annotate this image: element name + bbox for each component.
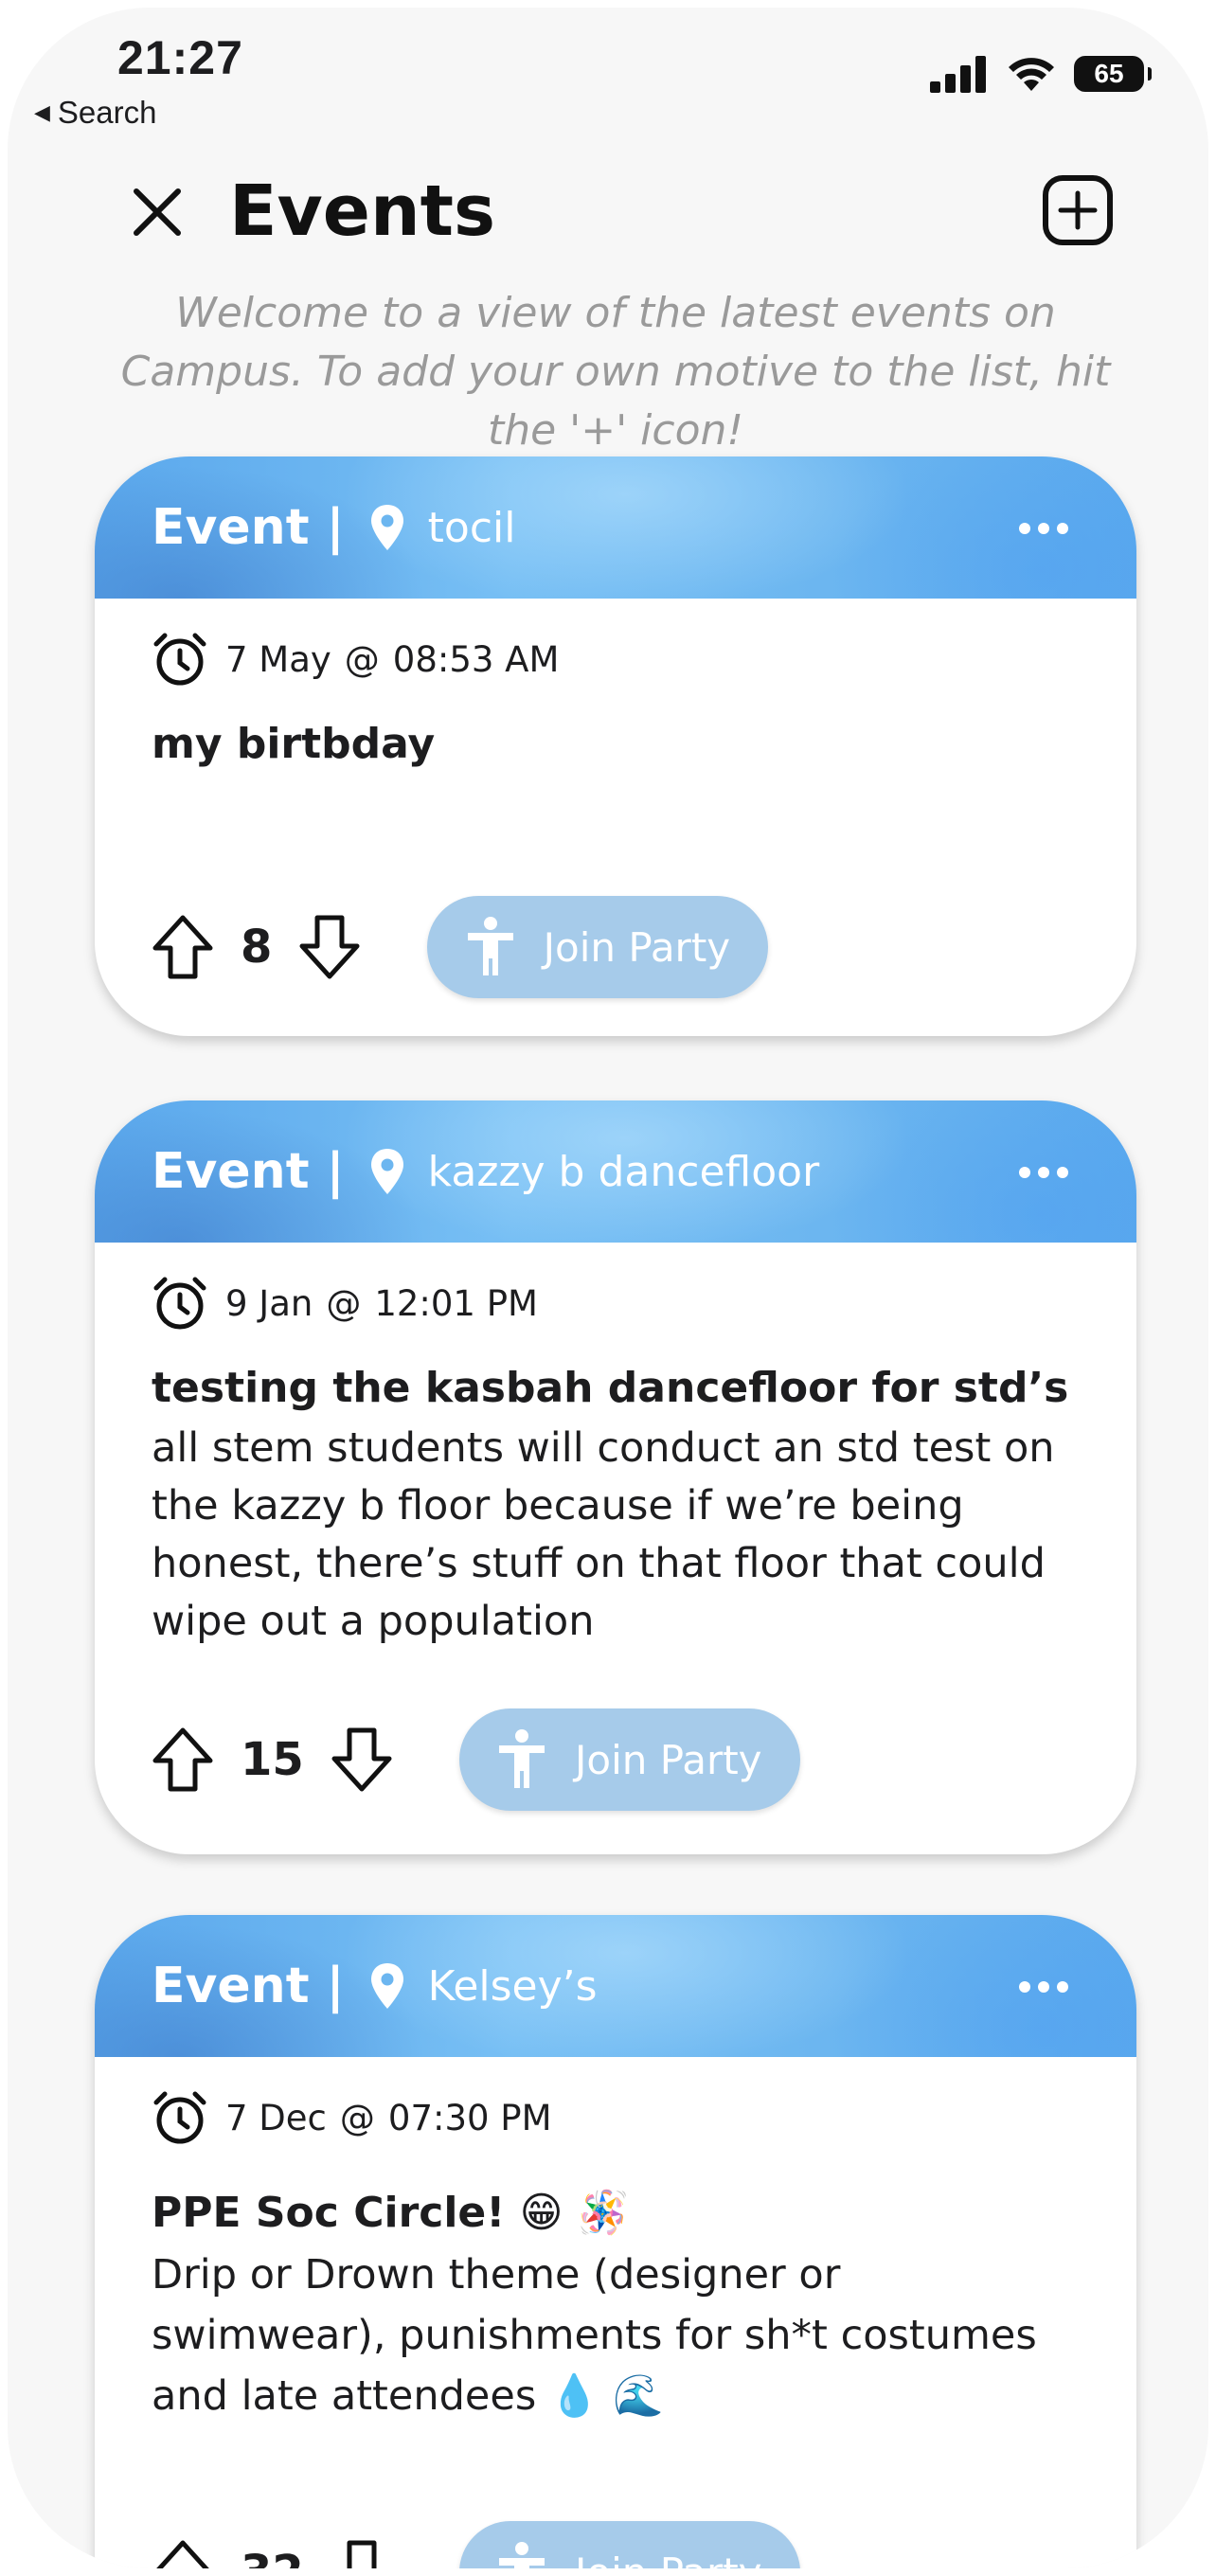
- event-label: Event |: [152, 1143, 345, 1200]
- event-card-header: Event | Kelsey’s: [95, 1915, 1136, 2057]
- vote-count: 15: [241, 1733, 304, 1786]
- add-event-icon[interactable]: [1042, 174, 1114, 246]
- join-party-button[interactable]: Join Party: [458, 2521, 800, 2569]
- close-icon[interactable]: [131, 186, 184, 239]
- join-party-button[interactable]: Join Party: [458, 1708, 800, 1811]
- event-description: all stem students will conduct an std te…: [152, 1424, 1055, 1645]
- upvote-arrow-icon[interactable]: [152, 914, 214, 980]
- status-time: 21:27: [117, 31, 243, 84]
- vote-count: 8: [241, 921, 273, 974]
- upvote-arrow-icon[interactable]: [152, 2539, 214, 2568]
- join-party-label: Join Party: [543, 923, 731, 971]
- event-time: 07:30 PM: [387, 2097, 552, 2138]
- event-actions: 15 Join Party: [152, 1708, 800, 1811]
- intro-text: Welcome to a view of the latest events o…: [120, 289, 1111, 455]
- back-to-search[interactable]: ◀ Search: [34, 95, 156, 131]
- downvote-arrow-icon[interactable]: [298, 914, 361, 980]
- event-title: my birtbday: [152, 720, 436, 768]
- event-card-body: 7 May @ 08:53 AM my birtbday: [95, 631, 1136, 768]
- event-actions: 32 Join Party: [152, 2521, 800, 2568]
- event-title: testing the kasbah dancefloor for std’s: [152, 1364, 1069, 1412]
- event-datetime: 9 Jan @ 12:01 PM: [152, 1275, 1080, 1332]
- event-description: Drip or Drown theme (designer or swimwea…: [152, 2251, 1037, 2420]
- event-card: Event | tocil 7 May @ 08:53 AM my birtbd…: [95, 456, 1136, 1036]
- at-sign: @: [339, 2097, 375, 2138]
- event-location: tocil: [427, 503, 516, 552]
- event-card-body: 9 Jan @ 12:01 PM testing the kasbah danc…: [95, 1275, 1136, 1651]
- upvote-arrow-icon[interactable]: [152, 1726, 214, 1793]
- vote-count: 32: [241, 2546, 304, 2568]
- event-location: Kelsey’s: [427, 1961, 598, 2011]
- battery-indicator: 65: [1074, 56, 1152, 92]
- downvote-arrow-icon[interactable]: [331, 1726, 393, 1793]
- alarm-clock-icon: [153, 2091, 206, 2144]
- more-options-icon[interactable]: [1017, 1154, 1070, 1191]
- event-time: 08:53 AM: [392, 638, 560, 680]
- page-title: Events: [229, 170, 496, 252]
- status-icons: 65: [930, 55, 1152, 93]
- person-icon: [467, 917, 513, 975]
- event-actions: 8 Join Party: [152, 896, 769, 998]
- join-party-label: Join Party: [575, 1736, 762, 1783]
- event-card: Event | Kelsey’s 7 Dec @ 07:30 PM PPE So…: [95, 1915, 1136, 2568]
- alarm-clock-icon: [153, 633, 206, 686]
- event-datetime: 7 May @ 08:53 AM: [152, 631, 1080, 688]
- event-card-body: 7 Dec @ 07:30 PM PPE Soc Circle! 😁 🪅 Dri…: [95, 2089, 1136, 2426]
- join-party-button[interactable]: Join Party: [427, 896, 769, 998]
- event-card-header: Event | tocil: [95, 456, 1136, 599]
- event-title: PPE Soc Circle! 😁 🪅: [152, 2189, 630, 2237]
- event-card-header: Event | kazzy b dancefloor: [95, 1100, 1136, 1243]
- more-options-icon[interactable]: [1017, 1968, 1070, 2006]
- event-time: 12:01 PM: [374, 1282, 538, 1324]
- phone-screen: 21:27 ◀ Search 65 Events Welcome to a vi…: [8, 8, 1208, 2568]
- location-pin-icon: [370, 1149, 403, 1194]
- event-date: 7 Dec: [225, 2097, 327, 2138]
- event-date: 7 May: [225, 638, 331, 680]
- event-datetime: 7 Dec @ 07:30 PM: [152, 2089, 1080, 2146]
- alarm-clock-icon: [153, 1277, 206, 1330]
- event-location: kazzy b dancefloor: [427, 1147, 820, 1196]
- at-sign: @: [326, 1282, 362, 1324]
- downvote-arrow-icon[interactable]: [331, 2539, 393, 2568]
- cellular-signal-icon: [930, 56, 986, 93]
- event-label: Event |: [152, 1958, 345, 2014]
- event-card: Event | kazzy b dancefloor 9 Jan @ 12:01…: [95, 1100, 1136, 1854]
- at-sign: @: [344, 638, 380, 680]
- wifi-icon: [1009, 58, 1054, 91]
- person-icon: [499, 2542, 545, 2568]
- more-options-icon[interactable]: [1017, 510, 1070, 547]
- event-date: 9 Jan: [225, 1282, 313, 1324]
- back-triangle-icon: ◀: [34, 100, 50, 124]
- location-pin-icon: [370, 505, 403, 550]
- location-pin-icon: [370, 1963, 403, 2009]
- event-label: Event |: [152, 499, 345, 556]
- join-party-label: Join Party: [575, 2549, 762, 2569]
- person-icon: [499, 1729, 545, 1788]
- back-label: Search: [57, 95, 157, 130]
